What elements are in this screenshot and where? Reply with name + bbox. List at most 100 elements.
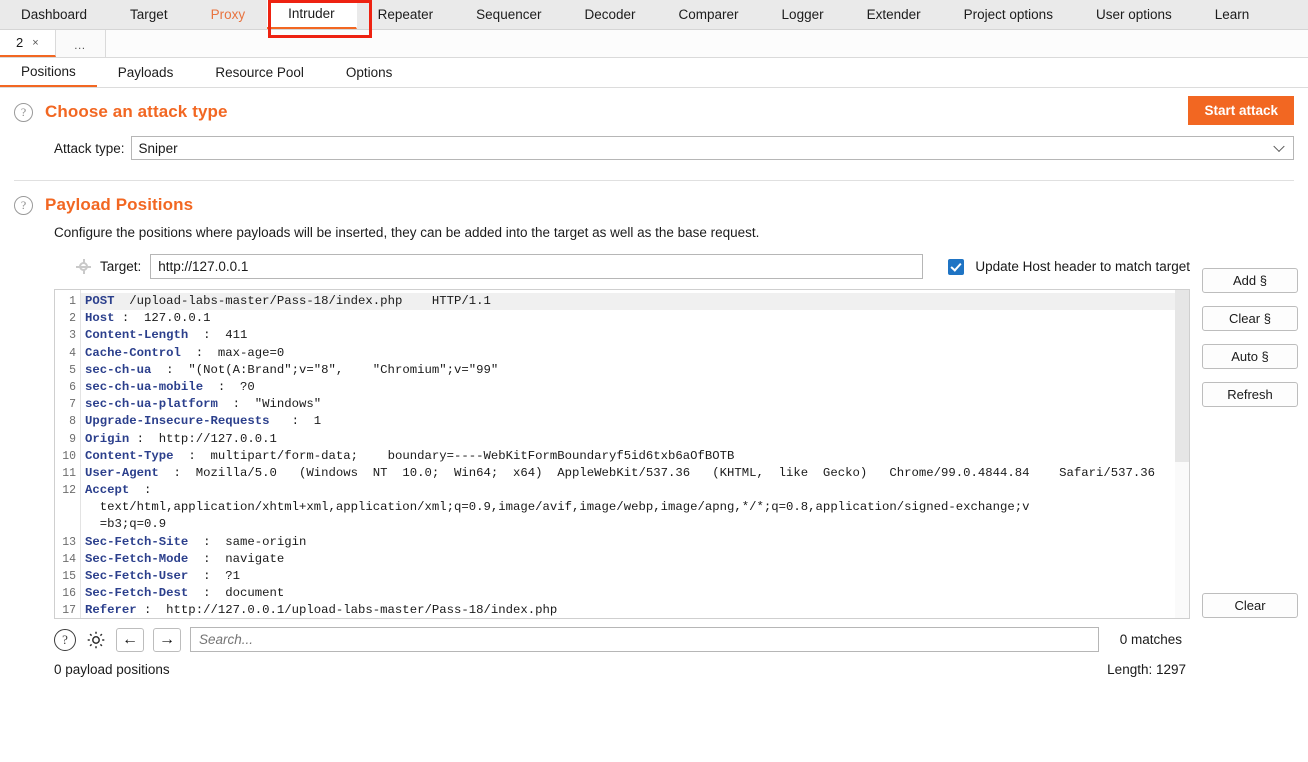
request-header-name: Host (85, 311, 115, 326)
request-scrollbar[interactable] (1175, 290, 1189, 618)
line-number (55, 499, 80, 516)
attack-type-row: Attack type: Sniper (0, 122, 1308, 160)
request-header-name: Content-Type (85, 448, 174, 463)
main-tab-project-options[interactable]: Project options (943, 0, 1075, 29)
main-tab-label: User options (1095, 7, 1172, 22)
more-tabs-icon[interactable]: … (55, 30, 106, 57)
main-tab-label: Project options (963, 7, 1053, 22)
main-tab-comparer[interactable]: Comparer (658, 0, 761, 29)
add-section-button[interactable]: Add § (1202, 268, 1298, 293)
sub-tab-positions[interactable]: Positions (0, 58, 97, 87)
find-previous-button[interactable]: ← (116, 627, 144, 652)
attack-type-select[interactable]: Sniper (130, 136, 1294, 160)
sub-tab-options[interactable]: Options (325, 58, 414, 87)
request-header-value: : ?0 (203, 379, 255, 394)
find-bar: ? ← → 0 matches (54, 619, 1190, 652)
request-header-name: Accept (85, 483, 130, 498)
request-line: sec-ch-ua-mobile : ?0 (81, 379, 1189, 396)
request-line: Sec-Fetch-User : ?1 (81, 568, 1189, 585)
main-tab-user-options[interactable]: User options (1075, 0, 1194, 29)
clear-section-button[interactable]: Clear § (1202, 306, 1298, 331)
main-tab-label: Sequencer (476, 7, 542, 22)
main-tab-learn[interactable]: Learn (1194, 0, 1272, 29)
request-line: POST /upload-labs-master/Pass-18/index.p… (81, 293, 1189, 311)
main-tab-extender[interactable]: Extender (846, 0, 943, 29)
main-tab-label: Decoder (584, 7, 636, 22)
target-crosshair-icon (76, 259, 91, 274)
update-host-header-label: Update Host header to match target (975, 259, 1190, 274)
help-icon[interactable]: ? (54, 628, 76, 651)
attack-instance-tab-2[interactable]: 2 × (0, 30, 56, 57)
positions-editor-column: Target: Update Host header to match targ… (54, 254, 1190, 652)
request-line: sec-ch-ua : "(Not(A:Brand";v="8", "Chrom… (81, 362, 1189, 379)
main-tab-logger[interactable]: Logger (761, 0, 846, 29)
request-header-name: Referer (85, 603, 137, 618)
request-header-value: : max-age=0 (180, 345, 285, 360)
main-tab-intruder[interactable]: Intruder (267, 0, 357, 29)
request-text[interactable]: POST /upload-labs-master/Pass-18/index.p… (81, 290, 1189, 618)
start-attack-button[interactable]: Start attack (1188, 96, 1294, 125)
request-header-name: User-Agent (85, 465, 159, 480)
find-next-button[interactable]: → (153, 627, 181, 652)
main-tab-proxy[interactable]: Proxy (190, 0, 268, 29)
sub-tab-label: Positions (21, 64, 76, 79)
request-header-name: Sec-Fetch-Mode (85, 551, 189, 566)
request-scrollbar-thumb[interactable] (1175, 290, 1189, 462)
request-line: Host : 127.0.0.1 (81, 310, 1189, 327)
request-line: Cache-Control : max-age=0 (81, 345, 1189, 362)
help-icon[interactable]: ? (14, 102, 33, 122)
attack-type-value: Sniper (138, 140, 178, 156)
main-tab-target[interactable]: Target (109, 0, 190, 29)
payload-positions-count: 0 payload positions (54, 662, 170, 677)
request-line: =b3;q=0.9 (81, 516, 1189, 533)
main-tab-label: Proxy (210, 7, 246, 22)
sub-tab-label: Resource Pool (215, 65, 304, 80)
request-header-value: : multipart/form-data; boundary=----WebK… (173, 448, 735, 463)
request-header-name: Upgrade-Insecure-Requests (85, 414, 270, 429)
update-host-header-checkbox[interactable] (948, 258, 965, 275)
line-number: 11 (62, 466, 76, 480)
attack-instance-tab-label: 2 (16, 35, 24, 50)
target-row: Target: Update Host header to match targ… (54, 254, 1190, 289)
clear-search-button[interactable]: Clear (1202, 593, 1298, 618)
main-tab-dashboard[interactable]: Dashboard (0, 0, 109, 29)
payload-positions-section: ? Payload Positions Configure the positi… (0, 181, 1308, 677)
request-header-name: Sec-Fetch-Site (85, 534, 189, 549)
request-header-value: : 411 (188, 328, 248, 343)
line-number: 15 (62, 570, 76, 583)
auto-section-button[interactable]: Auto § (1202, 344, 1298, 369)
main-tab-sequencer[interactable]: Sequencer (455, 0, 563, 29)
request-header-value: : ?1 (188, 569, 240, 583)
search-input[interactable] (190, 627, 1099, 652)
target-label: Target: (100, 259, 142, 274)
main-tab-label: Comparer (678, 7, 739, 22)
line-number: 9 (69, 432, 76, 446)
request-line: Content-Type : multipart/form-data; boun… (81, 448, 1189, 465)
line-number: 13 (62, 535, 76, 549)
help-icon[interactable]: ? (14, 195, 33, 215)
sub-tab-resource-pool[interactable]: Resource Pool (194, 58, 325, 87)
refresh-button[interactable]: Refresh (1202, 382, 1298, 407)
update-host-header-checkbox-row[interactable]: Update Host header to match target (948, 258, 1190, 275)
request-editor[interactable]: 1 2 3 4 5 6 7 8 9 10 11 12 13 14 15 16 17 POST /upload-l… (54, 289, 1190, 619)
line-number: 12 (62, 484, 76, 498)
request-header-value: : http://127.0.0.1/upload-labs-master/Pa… (136, 603, 558, 618)
match-count: 0 matches (1119, 632, 1182, 647)
target-input[interactable] (150, 254, 924, 279)
sub-tab-payloads[interactable]: Payloads (97, 58, 195, 87)
chevron-down-icon (1273, 140, 1285, 153)
request-header-value: : 1 (269, 414, 322, 429)
request-header-name: sec-ch-ua-mobile (85, 379, 204, 394)
main-tab-label: Repeater (377, 7, 434, 22)
attack-type-header: ? Choose an attack type Start attack (0, 88, 1308, 125)
attack-instance-tab-bar: 2 × … (0, 30, 1308, 58)
main-tab-decoder[interactable]: Decoder (563, 0, 657, 29)
request-header-name: Sec-Fetch-Dest (85, 586, 189, 601)
main-tab-label: Learn (1214, 7, 1250, 22)
main-tab-repeater[interactable]: Repeater (357, 0, 456, 29)
request-line: Referer : http://127.0.0.1/upload-labs-m… (81, 602, 1189, 618)
gear-icon[interactable] (85, 629, 107, 651)
request-header-value: : "(Not(A:Brand";v="8", "Chromium";v="99… (151, 362, 499, 377)
close-icon[interactable]: × (32, 37, 38, 49)
request-line: User-Agent : Mozilla/5.0 (Windows NT 10.… (81, 465, 1189, 482)
